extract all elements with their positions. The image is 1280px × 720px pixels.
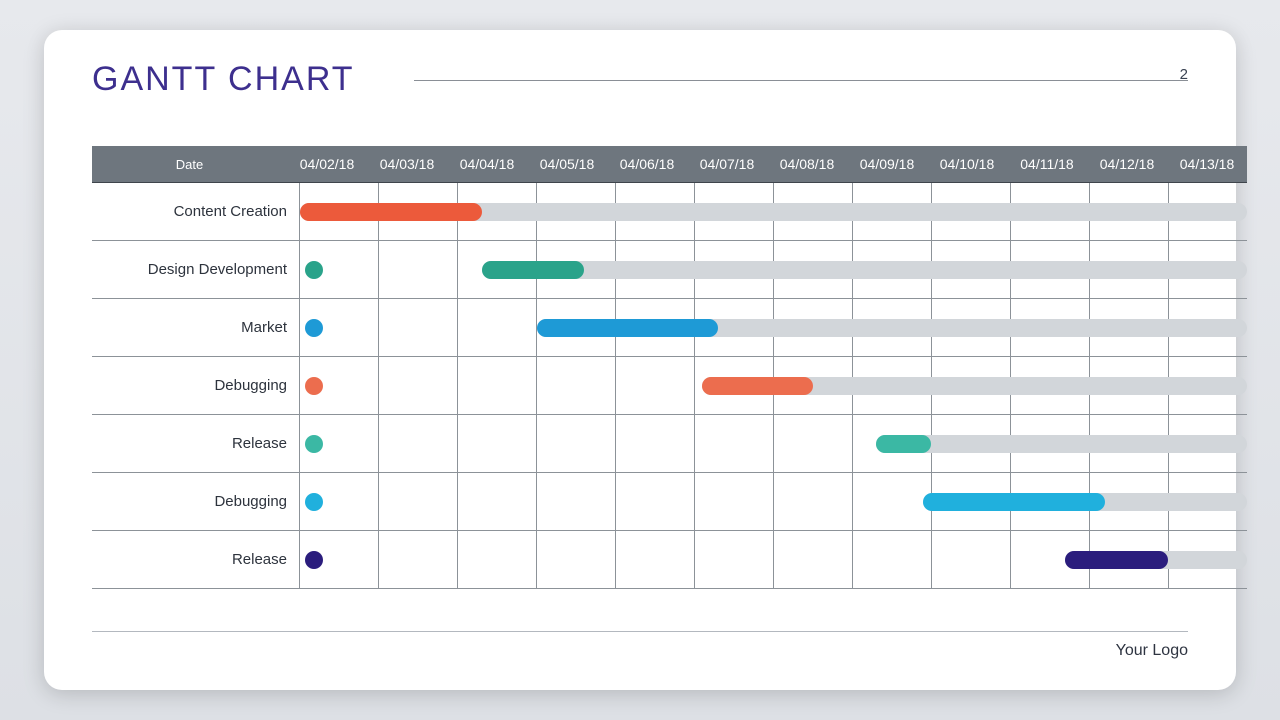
task-track [299,531,1247,588]
task-bar [300,203,482,221]
task-track [299,415,1247,472]
gantt-date-10: 04/12/18 [1087,156,1167,172]
task-label: Release [92,415,299,472]
gantt-date-3: 04/05/18 [527,156,607,172]
task-bar [537,319,719,337]
task-dot [305,261,323,279]
task-dot [305,551,323,569]
gantt-date-4: 04/06/18 [607,156,687,172]
task-bar [702,377,812,395]
task-label: Design Development [92,241,299,298]
title-rule [414,80,1188,81]
task-track [299,299,1247,356]
task-label: Release [92,531,299,588]
gantt-chart: Date 04/02/1804/03/1804/04/1804/05/1804/… [92,146,1247,589]
task-dot [305,319,323,337]
gantt-date-0: 04/02/18 [287,156,367,172]
gantt-date-9: 04/11/18 [1007,156,1087,172]
task-label: Debugging [92,357,299,414]
gantt-date-1: 04/03/18 [367,156,447,172]
task-label: Content Creation [92,183,299,240]
task-bar [923,493,1105,511]
task-track [299,183,1247,240]
gantt-date-8: 04/10/18 [927,156,1007,172]
gantt-row: Debugging [92,357,1247,415]
gantt-body: Content CreationDesign DevelopmentMarket… [92,183,1247,589]
gantt-date-2: 04/04/18 [447,156,527,172]
gantt-date-row: 04/02/1804/03/1804/04/1804/05/1804/06/18… [287,156,1247,172]
task-label: Market [92,299,299,356]
gantt-header: Date 04/02/1804/03/1804/04/1804/05/1804/… [92,146,1247,183]
gantt-date-7: 04/09/18 [847,156,927,172]
gantt-row: Content Creation [92,183,1247,241]
gantt-date-6: 04/08/18 [767,156,847,172]
task-track [299,357,1247,414]
gantt-row: Market [92,299,1247,357]
task-bar [1065,551,1168,569]
gantt-date-5: 04/07/18 [687,156,767,172]
task-bar [482,261,585,279]
gantt-row: Release [92,415,1247,473]
slide: GANTT CHART 2 Date 04/02/1804/03/1804/04… [44,30,1236,690]
task-dot [305,493,323,511]
task-remainder [482,261,1248,279]
page-number: 2 [1180,66,1188,83]
task-track [299,241,1247,298]
footer-rule [92,631,1188,632]
task-remainder [876,435,1247,453]
task-bar [876,435,931,453]
task-dot [305,435,323,453]
gantt-date-11: 04/13/18 [1167,156,1247,172]
footer-logo: Your Logo [1116,642,1188,660]
gantt-header-label: Date [92,157,287,172]
task-label: Debugging [92,473,299,530]
gantt-row: Design Development [92,241,1247,299]
gantt-row: Debugging [92,473,1247,531]
gantt-row: Release [92,531,1247,589]
page-title: GANTT CHART [92,60,355,99]
task-track [299,473,1247,530]
task-dot [305,377,323,395]
